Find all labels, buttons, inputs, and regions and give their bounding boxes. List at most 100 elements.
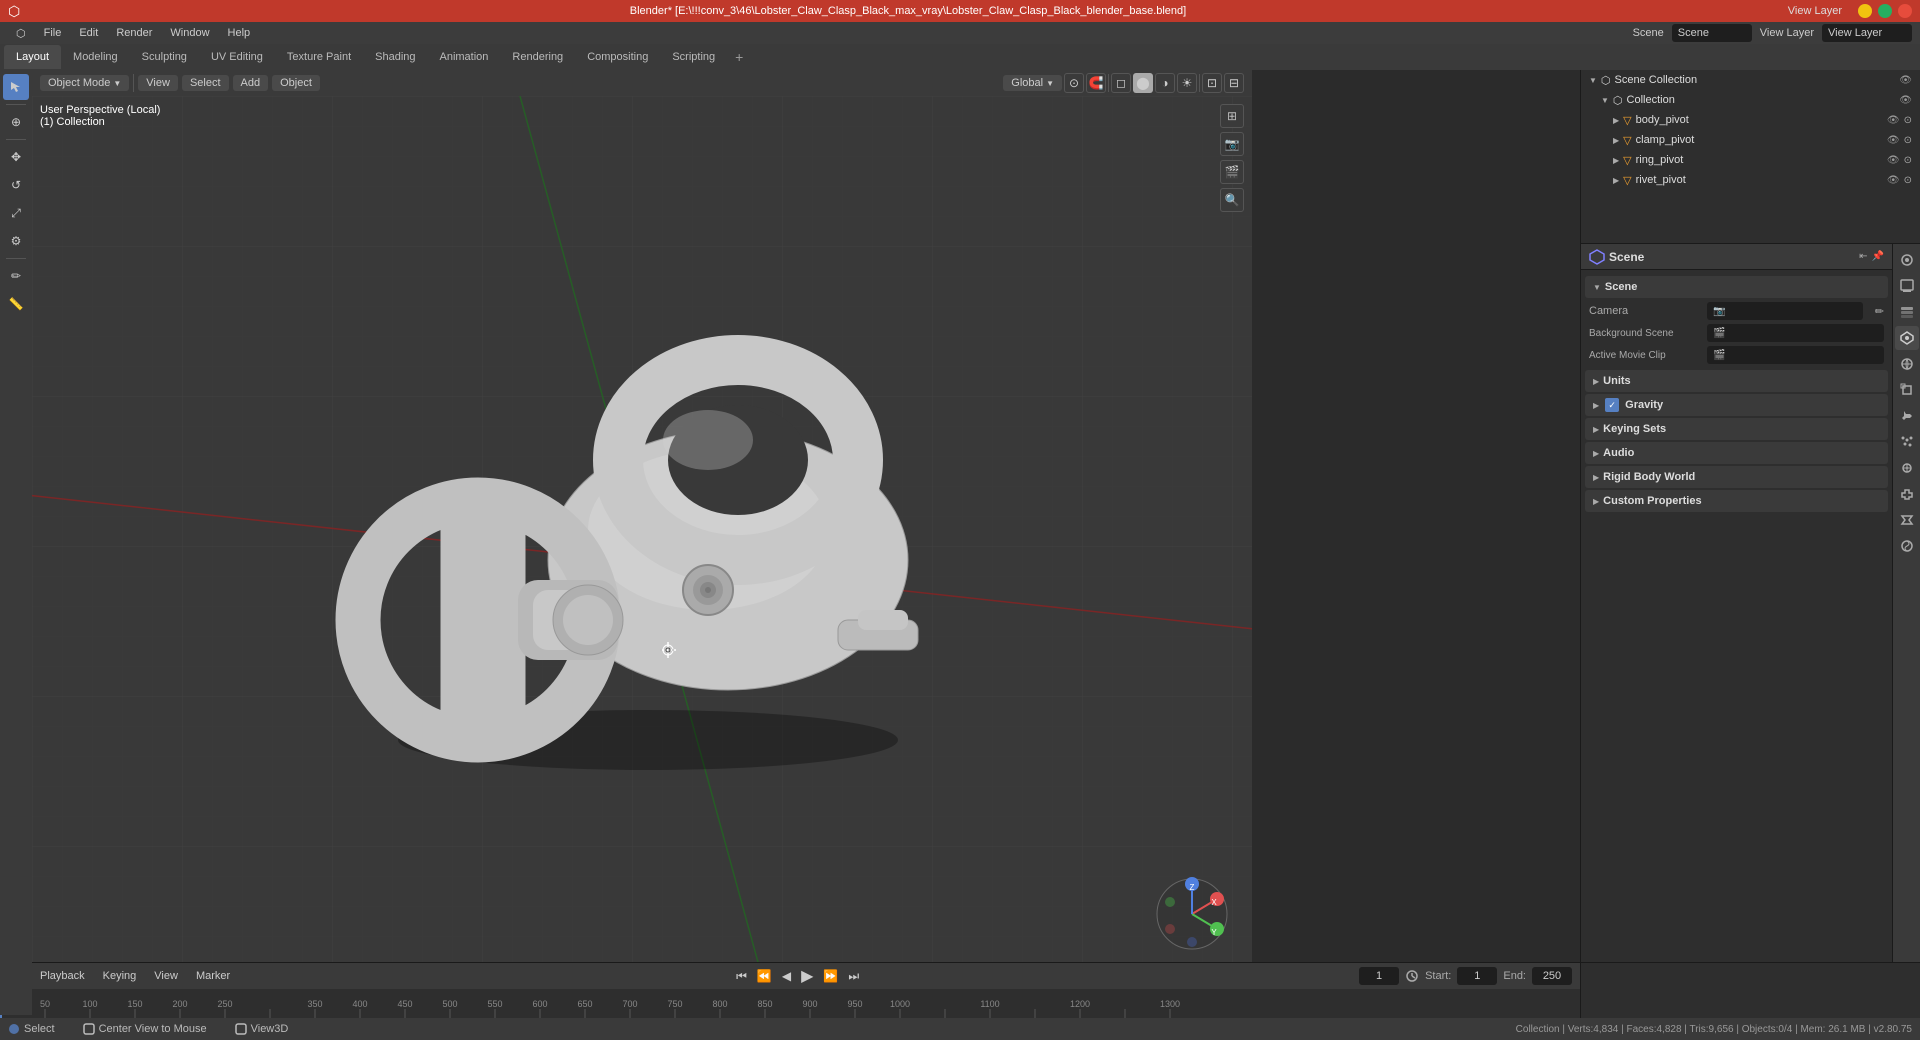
tab-compositing[interactable]: Compositing bbox=[575, 45, 660, 69]
snap-button[interactable]: 🧲 bbox=[1086, 73, 1106, 93]
current-frame-input[interactable] bbox=[1359, 967, 1399, 985]
outliner-item-ring-pivot[interactable]: ▶ ▽ ring_pivot 👁 ⊙ bbox=[1581, 150, 1920, 170]
tab-modeling[interactable]: Modeling bbox=[61, 45, 130, 69]
marker-menu-item[interactable]: Marker bbox=[190, 968, 236, 984]
view-timeline-menu-item[interactable]: View bbox=[148, 968, 184, 984]
menu-help[interactable]: Help bbox=[220, 25, 259, 41]
solid-shading[interactable]: ⬤ bbox=[1133, 73, 1153, 93]
camera-value-field[interactable]: 📷 bbox=[1707, 302, 1863, 320]
ring-pivot-restrict-icon[interactable]: ⊙ bbox=[1904, 155, 1912, 166]
rivet-pivot-visibility[interactable]: 👁 bbox=[1887, 175, 1900, 186]
view-perspective-button[interactable]: ⊞ bbox=[1220, 104, 1244, 128]
keying-menu-item[interactable]: Keying bbox=[97, 968, 143, 984]
outliner-item-rivet-pivot[interactable]: ▶ ▽ rivet_pivot 👁 ⊙ bbox=[1581, 170, 1920, 190]
tab-uv-editing[interactable]: UV Editing bbox=[199, 45, 275, 69]
playback-menu-item[interactable]: Playback bbox=[34, 968, 91, 984]
scene-input[interactable] bbox=[1672, 24, 1752, 42]
units-section-header[interactable]: ▶ Units bbox=[1585, 370, 1888, 392]
minimize-button[interactable] bbox=[1858, 4, 1872, 18]
outliner-item-clamp-pivot[interactable]: ▶ ▽ clamp_pivot 👁 ⊙ bbox=[1581, 130, 1920, 150]
maximize-button[interactable] bbox=[1878, 4, 1892, 18]
gravity-section-header[interactable]: ▶ ✓ Gravity bbox=[1585, 394, 1888, 416]
annotate-tool-button[interactable]: ✏ bbox=[3, 263, 29, 289]
constraints-properties-tab[interactable] bbox=[1895, 482, 1919, 506]
view-layer-properties-tab[interactable] bbox=[1895, 300, 1919, 324]
scene-properties-tab[interactable] bbox=[1895, 326, 1919, 350]
scene-collection-visibility[interactable]: 👁 bbox=[1899, 75, 1912, 86]
camera-edit-icon[interactable]: ✏ bbox=[1875, 305, 1884, 318]
modifier-properties-tab[interactable] bbox=[1895, 404, 1919, 428]
xray-button[interactable]: ⊟ bbox=[1224, 73, 1244, 93]
keying-sets-header[interactable]: ▶ Keying Sets bbox=[1585, 418, 1888, 440]
tab-layout[interactable]: Layout bbox=[4, 45, 61, 69]
object-mode-selector[interactable]: Object Mode ▼ bbox=[40, 75, 129, 91]
menu-edit[interactable]: Edit bbox=[71, 25, 106, 41]
step-back-button[interactable]: ⏪ bbox=[755, 967, 774, 985]
select-menu-button[interactable]: Select bbox=[182, 75, 229, 91]
clamp-pivot-visibility[interactable]: 👁 bbox=[1887, 135, 1900, 146]
output-properties-tab[interactable] bbox=[1895, 274, 1919, 298]
add-menu-button[interactable]: Add bbox=[233, 75, 269, 91]
world-properties-tab[interactable] bbox=[1895, 352, 1919, 376]
tab-scripting[interactable]: Scripting bbox=[660, 45, 727, 69]
particles-properties-tab[interactable] bbox=[1895, 430, 1919, 454]
rendered-shading[interactable]: ☀ bbox=[1177, 73, 1197, 93]
body-pivot-restrict-icon[interactable]: ⊙ bbox=[1904, 115, 1912, 126]
cursor-tool-button[interactable]: ⊕ bbox=[3, 109, 29, 135]
tab-animation[interactable]: Animation bbox=[428, 45, 501, 69]
data-properties-tab[interactable] bbox=[1895, 508, 1919, 532]
add-workspace-button[interactable]: + bbox=[727, 45, 751, 69]
step-forward-button[interactable]: ⏩ bbox=[821, 967, 840, 985]
object-properties-tab[interactable] bbox=[1895, 378, 1919, 402]
collection-visibility[interactable]: 👁 bbox=[1899, 95, 1912, 106]
scale-tool-button[interactable]: ⤢ bbox=[3, 200, 29, 226]
view-display-button[interactable]: 🔍 bbox=[1220, 188, 1244, 212]
select-tool-button[interactable] bbox=[3, 74, 29, 100]
gravity-checkbox[interactable]: ✓ bbox=[1605, 398, 1619, 412]
object-menu-button[interactable]: Object bbox=[272, 75, 320, 91]
rotate-tool-button[interactable]: ↺ bbox=[3, 172, 29, 198]
outliner-item-body-pivot[interactable]: ▶ ▽ body_pivot 👁 ⊙ bbox=[1581, 110, 1920, 130]
start-frame-input[interactable] bbox=[1457, 967, 1497, 985]
custom-properties-header[interactable]: ▶ Custom Properties bbox=[1585, 490, 1888, 512]
outliner-item-collection[interactable]: ▼ ⬡ Collection 👁 bbox=[1581, 90, 1920, 110]
active-movie-clip-value[interactable]: 🎬 bbox=[1707, 346, 1884, 364]
menu-window[interactable]: Window bbox=[162, 25, 217, 41]
audio-section-header[interactable]: ▶ Audio bbox=[1585, 442, 1888, 464]
jump-start-button[interactable]: ⏮ bbox=[734, 967, 749, 986]
tab-shading[interactable]: Shading bbox=[363, 45, 427, 69]
end-frame-input[interactable] bbox=[1532, 967, 1572, 985]
measure-tool-button[interactable]: 📏 bbox=[3, 291, 29, 317]
outliner-item-scene-collection[interactable]: ▼ ⬡ Scene Collection 👁 bbox=[1581, 70, 1920, 90]
view-menu-button[interactable]: View bbox=[138, 75, 178, 91]
body-pivot-visibility[interactable]: 👁 bbox=[1887, 115, 1900, 126]
viewport-3d[interactable]: User Perspective (Local) (1) Collection … bbox=[32, 96, 1252, 984]
render-properties-tab[interactable] bbox=[1895, 248, 1919, 272]
close-button[interactable] bbox=[1898, 4, 1912, 18]
physics-properties-tab[interactable] bbox=[1895, 456, 1919, 480]
jump-end-button[interactable]: ⏭ bbox=[846, 967, 861, 986]
view-layer-input[interactable] bbox=[1822, 24, 1912, 42]
timeline-track[interactable]: 50 100 150 200 250 350 400 450 500 550 bbox=[0, 989, 1580, 1019]
menu-blender[interactable]: ⬡ bbox=[8, 25, 34, 42]
scene-header-pin[interactable]: 📌 bbox=[1872, 251, 1884, 262]
menu-file[interactable]: File bbox=[36, 25, 70, 41]
material-shading[interactable]: ◑ bbox=[1155, 73, 1175, 93]
wireframe-shading[interactable]: ◻ bbox=[1111, 73, 1131, 93]
view-render-button[interactable]: 🎬 bbox=[1220, 160, 1244, 184]
proportional-edit-button[interactable]: ⊙ bbox=[1064, 73, 1084, 93]
tab-sculpting[interactable]: Sculpting bbox=[130, 45, 199, 69]
viewport-overlay-button[interactable]: ⊡ bbox=[1202, 73, 1222, 93]
menu-render[interactable]: Render bbox=[108, 25, 160, 41]
ring-pivot-visibility[interactable]: 👁 bbox=[1887, 155, 1900, 166]
scene-subsection-header[interactable]: ▼ Scene bbox=[1585, 276, 1888, 298]
play-reverse-button[interactable]: ◀ bbox=[780, 967, 793, 985]
move-tool-button[interactable]: ✥ bbox=[3, 144, 29, 170]
clamp-pivot-restrict-icon[interactable]: ⊙ bbox=[1904, 135, 1912, 146]
scene-header-expand[interactable]: ⇤ bbox=[1859, 251, 1867, 262]
play-button[interactable]: ▶ bbox=[799, 964, 815, 988]
material-properties-tab[interactable] bbox=[1895, 534, 1919, 558]
rivet-pivot-restrict-icon[interactable]: ⊙ bbox=[1904, 175, 1912, 186]
tab-rendering[interactable]: Rendering bbox=[500, 45, 575, 69]
transform-tool-button[interactable]: ⚙ bbox=[3, 228, 29, 254]
